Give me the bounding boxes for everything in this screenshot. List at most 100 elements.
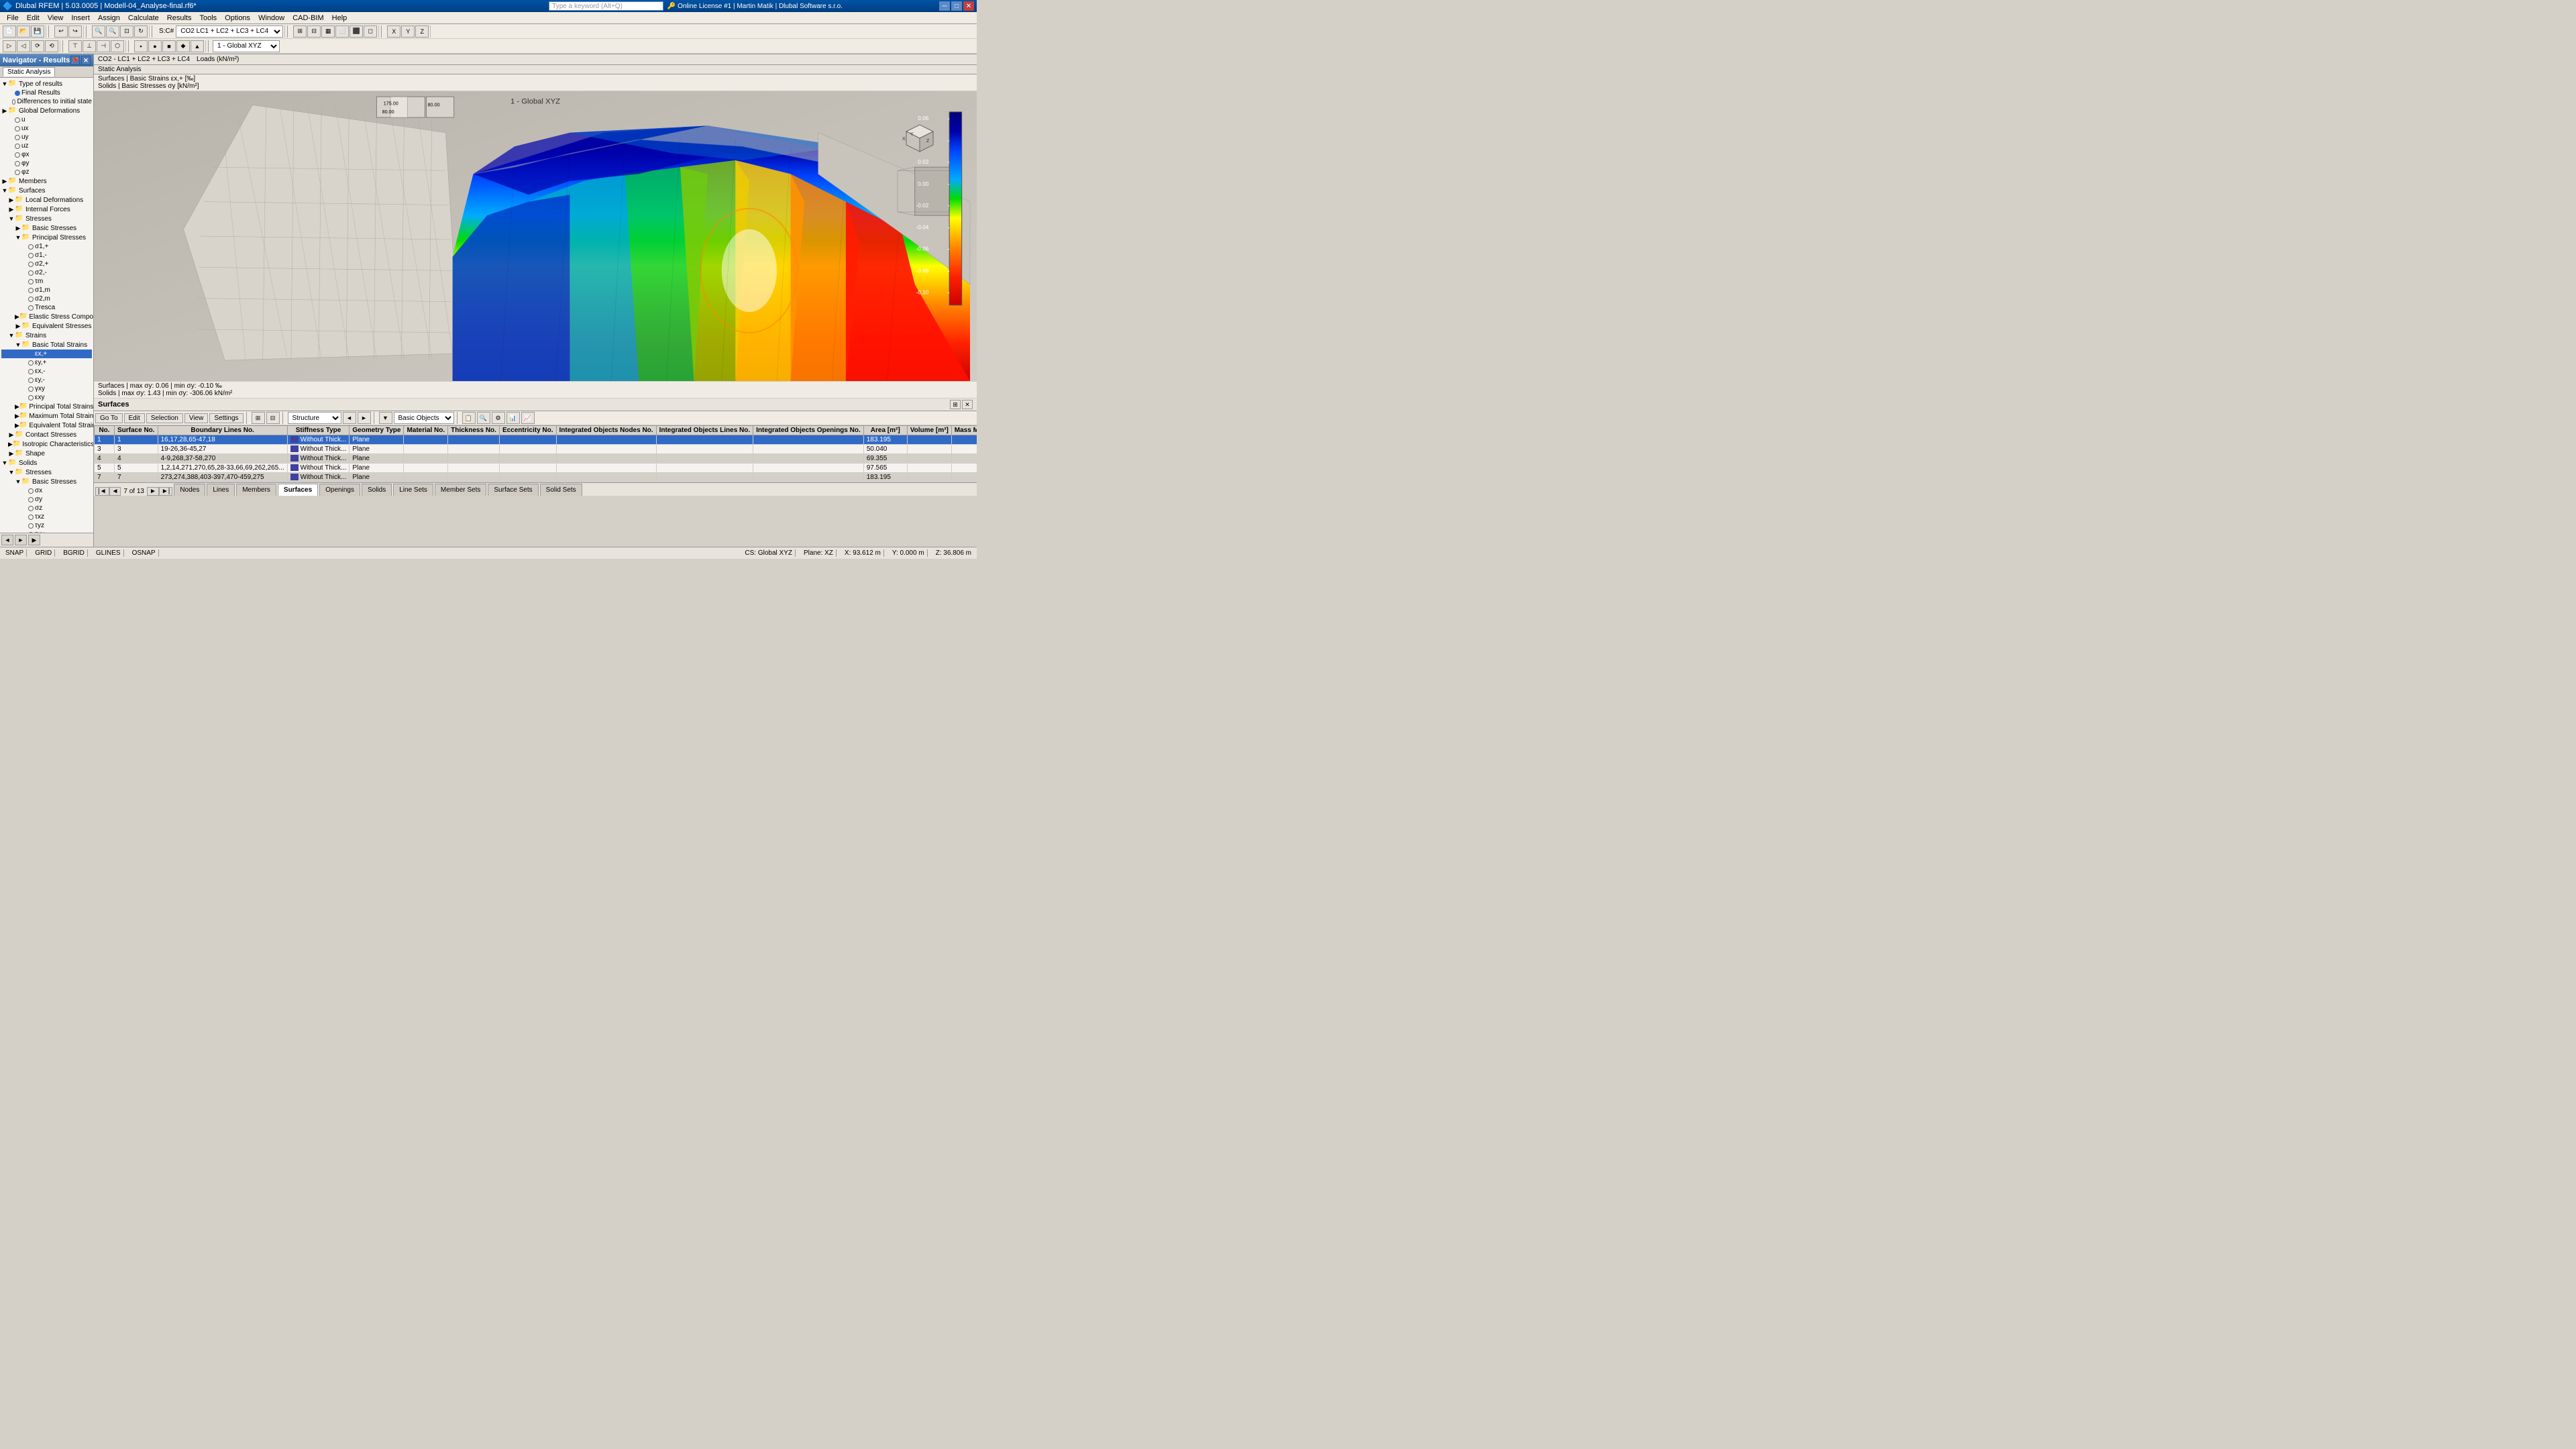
pagination-first[interactable]: |◄ xyxy=(95,487,109,496)
tree-sigma2-plus[interactable]: σ2,+ xyxy=(1,260,92,268)
tree-contact-stresses[interactable]: ▶ 📁 Contact Stresses xyxy=(1,430,92,439)
tree-uy[interactable]: uy xyxy=(1,133,92,142)
nav-close-icon[interactable]: ✕ xyxy=(81,56,91,65)
tab-line-sets[interactable]: Line Sets xyxy=(393,484,433,496)
table-row[interactable]: 3319-26,36-45,27Without Thick...Plane50.… xyxy=(95,445,977,454)
minimize-button[interactable]: ─ xyxy=(939,1,950,11)
results-tb-btn-1[interactable]: ⊞ xyxy=(252,412,265,424)
display-btn-5[interactable]: ⬛ xyxy=(350,25,363,38)
obj-btn-4[interactable]: ◆ xyxy=(176,40,190,52)
tree-sigma2m[interactable]: σ2,m xyxy=(1,294,92,303)
tree-differences[interactable]: Differences to initial state xyxy=(1,97,92,106)
tree-sigma1m[interactable]: σ1,m xyxy=(1,286,92,294)
results-basic-objects-combo[interactable]: Basic Objects xyxy=(394,412,454,424)
display-btn-1[interactable]: ⊞ xyxy=(293,25,307,38)
rotate-button[interactable]: ↻ xyxy=(134,25,148,38)
nav-tab-static[interactable]: Static Analysis xyxy=(3,67,55,76)
results-icon-1[interactable]: 📋 xyxy=(462,412,476,424)
results-menu-goto[interactable]: Go To xyxy=(95,413,123,423)
results-table-container[interactable]: No. Surface No. Boundary Lines No. Stiff… xyxy=(94,425,977,482)
results-icon-4[interactable]: 📊 xyxy=(506,412,520,424)
tree-solids-basic-stresses[interactable]: ▼ 📁 Basic Stresses xyxy=(1,477,92,486)
view-top[interactable]: ⊤ xyxy=(68,40,82,52)
tree-type-of-results[interactable]: ▼ 📁 Type of results xyxy=(1,79,92,89)
table-row[interactable]: 77273,274,388,403-397,470-459,275Without… xyxy=(95,473,977,482)
coord-btn-y[interactable]: Y xyxy=(401,25,415,38)
results-filter-btn[interactable]: ▼ xyxy=(379,412,392,424)
maximize-button[interactable]: □ xyxy=(951,1,962,11)
results-struct-next[interactable]: ► xyxy=(358,412,371,424)
render-btn-4[interactable]: ⟲ xyxy=(45,40,58,52)
menu-file[interactable]: File xyxy=(3,12,23,24)
tree-principal-stresses[interactable]: ▼ 📁 Principal Stresses xyxy=(1,233,92,242)
tree-ey-minus[interactable]: εy,- xyxy=(1,376,92,384)
results-close-button[interactable]: ✕ xyxy=(962,400,973,409)
obj-btn-3[interactable]: ■ xyxy=(162,40,176,52)
table-row[interactable]: 1116,17,28,65-47,18Without Thick...Plane… xyxy=(95,435,977,445)
view-side[interactable]: ⊣ xyxy=(97,40,110,52)
nav-pin-icon[interactable]: 📌 xyxy=(70,56,80,65)
menu-calculate[interactable]: Calculate xyxy=(124,12,163,24)
zoom-in-button[interactable]: 🔍 xyxy=(92,25,105,38)
tab-nodes[interactable]: Nodes xyxy=(174,484,205,496)
tree-uz[interactable]: uz xyxy=(1,142,92,150)
tree-u[interactable]: u xyxy=(1,115,92,124)
tree-solids[interactable]: ▼ 📁 Solids xyxy=(1,458,92,468)
obj-btn-1[interactable]: ▪ xyxy=(134,40,148,52)
display-btn-6[interactable]: ◻ xyxy=(364,25,377,38)
tree-phix[interactable]: φx xyxy=(1,150,92,159)
tree-gamma-xy[interactable]: γxy xyxy=(1,384,92,393)
menu-window[interactable]: Window xyxy=(254,12,288,24)
obj-btn-2[interactable]: ● xyxy=(148,40,162,52)
tab-member-sets[interactable]: Member Sets xyxy=(435,484,486,496)
results-struct-prev[interactable]: ◄ xyxy=(343,412,356,424)
results-menu-selection[interactable]: Selection xyxy=(146,413,183,423)
tree-shape[interactable]: ▶ 📁 Shape xyxy=(1,449,92,458)
nav-prev-button[interactable]: ◄ xyxy=(1,535,13,545)
lc-combo[interactable]: CO2 LC1 + LC2 + LC3 + LC4 xyxy=(176,25,283,38)
tree-members[interactable]: ▶ 📁 Members xyxy=(1,176,92,186)
tree-tau-m[interactable]: τm xyxy=(1,277,92,286)
results-menu-settings[interactable]: Settings xyxy=(209,413,243,423)
render-btn-3[interactable]: ⟳ xyxy=(31,40,44,52)
tab-lines[interactable]: Lines xyxy=(207,484,235,496)
tree-internal-forces[interactable]: ▶ 📁 Internal Forces xyxy=(1,205,92,214)
tree-elastic-stress[interactable]: ▶ 📁 Elastic Stress Components xyxy=(1,312,92,321)
table-row[interactable]: 551,2,14,271,270,65,28-33,66,69,262,265.… xyxy=(95,464,977,473)
view-front[interactable]: ⊥ xyxy=(83,40,96,52)
tree-basic-total-strains[interactable]: ▼ 📁 Basic Total Strains xyxy=(1,340,92,350)
tree-sigma2-minus[interactable]: σ2,- xyxy=(1,268,92,277)
results-icon-2[interactable]: 🔍 xyxy=(477,412,490,424)
close-button[interactable]: ✕ xyxy=(963,1,974,11)
table-row[interactable]: 444-9,268,37-58,270Without Thick...Plane… xyxy=(95,454,977,464)
menu-options[interactable]: Options xyxy=(221,12,254,24)
new-button[interactable]: 📄 xyxy=(3,25,16,38)
results-icon-3[interactable]: ⚙ xyxy=(492,412,505,424)
menu-view[interactable]: View xyxy=(44,12,68,24)
tab-members[interactable]: Members xyxy=(236,484,276,496)
coord-system-combo[interactable]: 1 - Global XYZ xyxy=(213,40,280,52)
nav-next-button[interactable]: ► xyxy=(15,535,27,545)
render-btn-1[interactable]: ▷ xyxy=(3,40,16,52)
tree-ux[interactable]: ux xyxy=(1,124,92,133)
menu-results[interactable]: Results xyxy=(163,12,196,24)
nav-play-button[interactable]: ▶ xyxy=(28,535,40,545)
menu-edit[interactable]: Edit xyxy=(23,12,44,24)
tree-sigma1-plus[interactable]: σ1,+ xyxy=(1,242,92,251)
tree-sol-sx[interactable]: σx xyxy=(1,486,92,495)
tree-sol-txz[interactable]: τxz xyxy=(1,513,92,521)
results-expand-button[interactable]: ⊞ xyxy=(950,400,961,409)
status-grid[interactable]: GRID xyxy=(32,549,55,557)
tree-phiy[interactable]: φy xyxy=(1,159,92,168)
tree-tresca[interactable]: Tresca xyxy=(1,303,92,312)
tab-surface-sets[interactable]: Surface Sets xyxy=(488,484,538,496)
status-snap[interactable]: SNAP xyxy=(3,549,27,557)
tree-equiv-stresses[interactable]: ▶ 📁 Equivalent Stresses xyxy=(1,321,92,331)
menu-insert[interactable]: Insert xyxy=(67,12,94,24)
canvas-area[interactable]: 175.00 80.00 80.00 xyxy=(94,91,977,381)
view-iso[interactable]: ⬡ xyxy=(111,40,124,52)
tree-ex-minus[interactable]: εx,- xyxy=(1,367,92,376)
tab-openings[interactable]: Openings xyxy=(319,484,360,496)
pagination-next[interactable]: ► xyxy=(147,487,159,496)
tree-phiz[interactable]: φz xyxy=(1,168,92,176)
